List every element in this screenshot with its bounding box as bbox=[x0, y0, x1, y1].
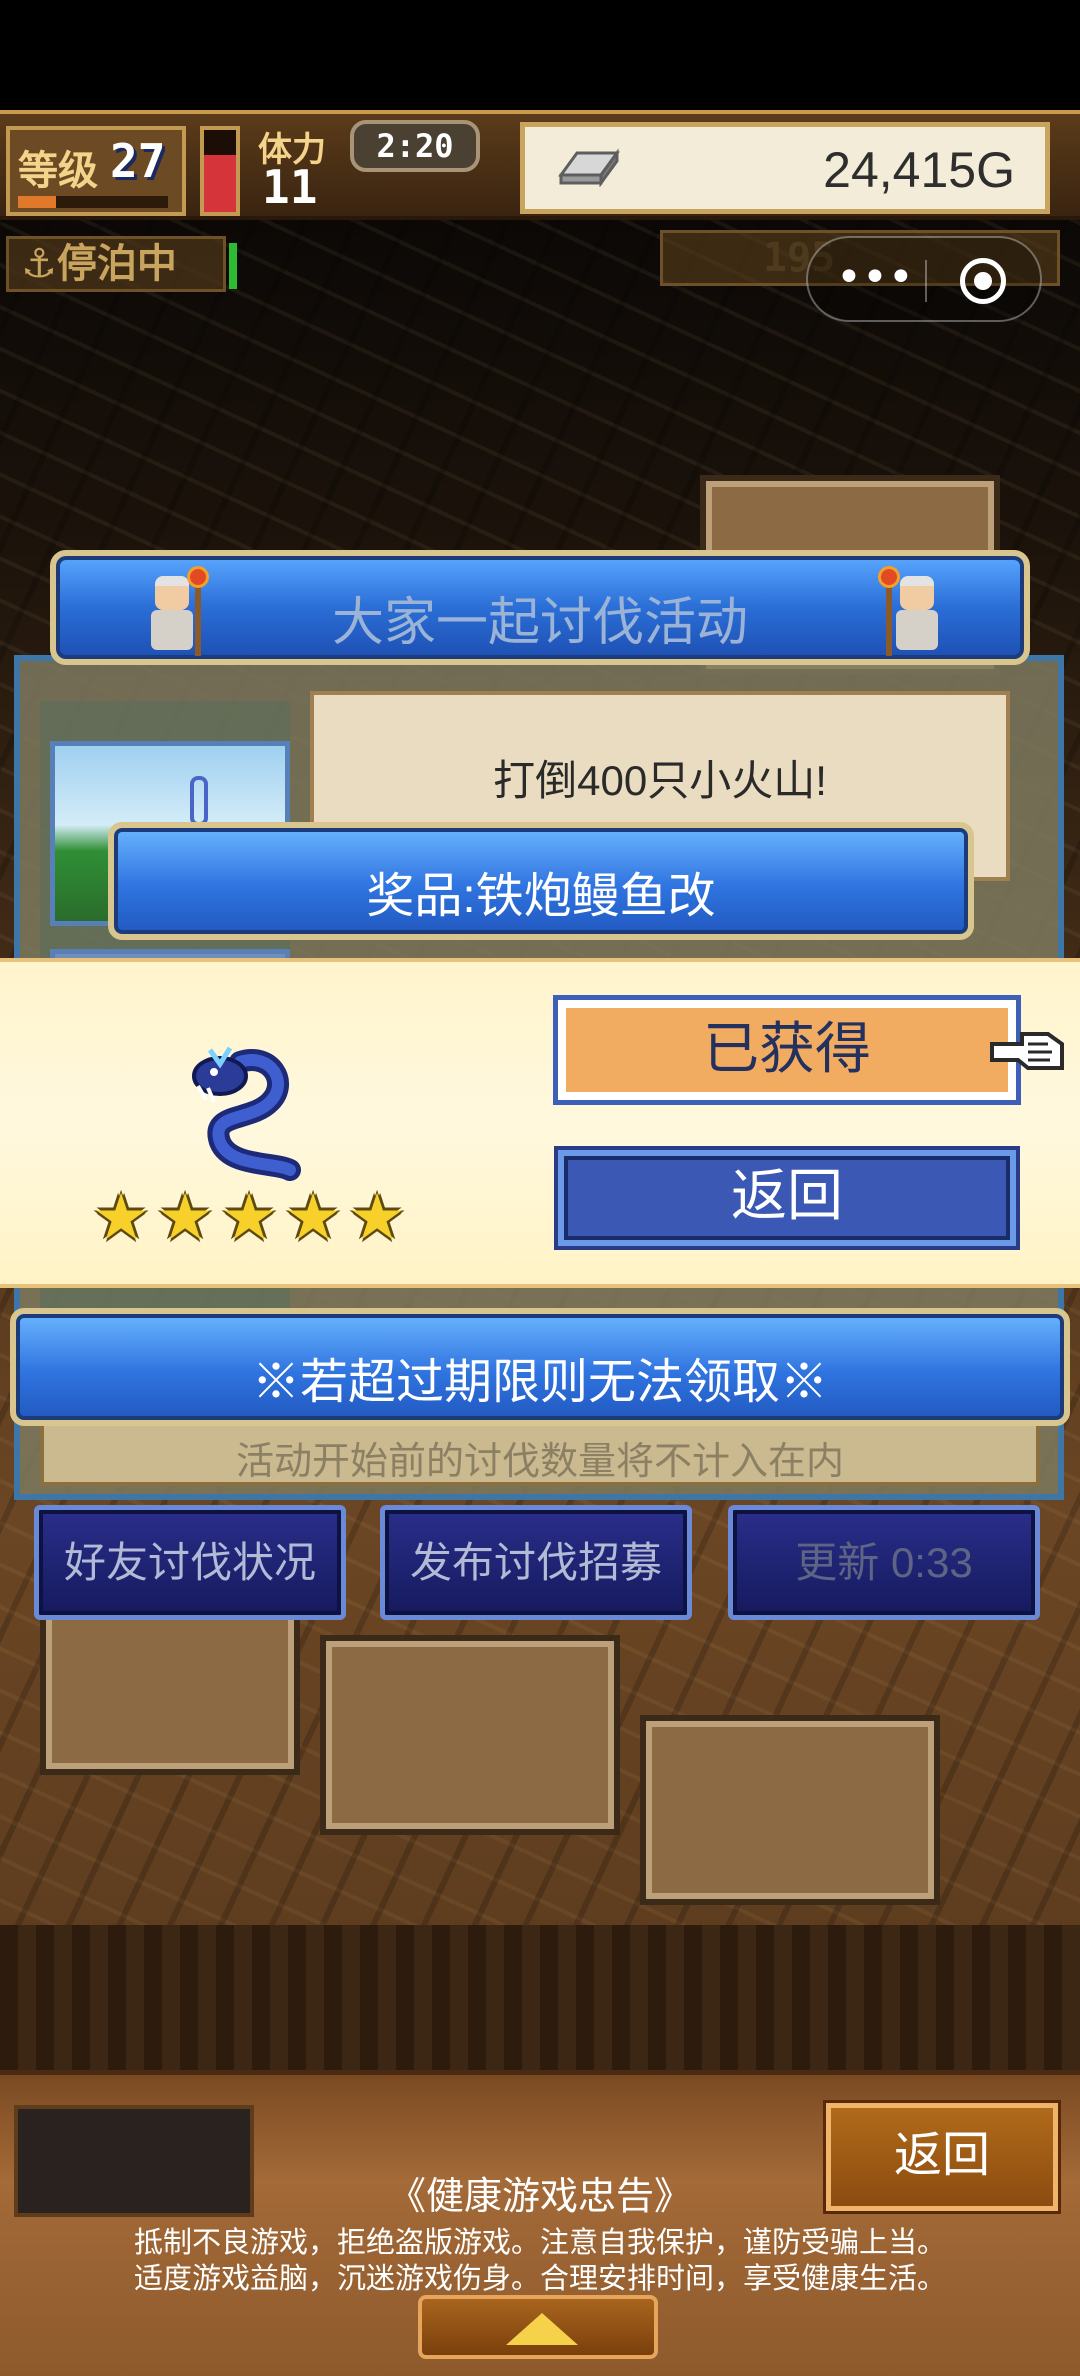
expand-button[interactable] bbox=[418, 2295, 658, 2359]
deadline-notice: ※若超过期限则无法领取※ bbox=[251, 1356, 828, 1409]
rarity-stars: ★ ★ ★ ★ ★ bbox=[90, 1181, 410, 1257]
blue-serpent-icon bbox=[192, 1046, 301, 1181]
health-notice-bar: 返回 《健康游戏忠告》 抵制不良游戏，拒绝盗版游戏。注意自我保护，谨防受骗上当。… bbox=[0, 2070, 1080, 2376]
star-icon: ★ bbox=[220, 1181, 278, 1255]
refresh-button[interactable]: 更新 0:33 bbox=[728, 1505, 1040, 1620]
gold-value: 24,415G bbox=[823, 142, 1015, 198]
target-circle-icon[interactable] bbox=[960, 258, 1006, 304]
gold-display: 24,415G bbox=[520, 122, 1050, 214]
level-progress-fill bbox=[18, 196, 56, 208]
miniprogram-capsule: ••• bbox=[806, 236, 1042, 322]
reward-dialog: ★ ★ ★ ★ ★ 已获得 返回 bbox=[0, 958, 1080, 1288]
capsule-divider bbox=[925, 260, 927, 302]
level-progress-bar bbox=[18, 196, 168, 208]
cabin-room bbox=[40, 1595, 300, 1775]
stamina-value: 11 bbox=[262, 160, 318, 214]
npc-elder-icon bbox=[878, 566, 948, 656]
stage-marker-icon bbox=[190, 776, 208, 826]
level-box: 等级 27 bbox=[6, 126, 186, 216]
star-icon: ★ bbox=[284, 1181, 342, 1255]
more-dots-icon[interactable]: ••• bbox=[836, 256, 914, 302]
prize-banner: 奖品:铁炮鳗鱼改 bbox=[108, 822, 974, 940]
star-icon: ★ bbox=[156, 1181, 214, 1255]
deadline-banner: ※若超过期限则无法领取※ bbox=[10, 1308, 1070, 1426]
stamina-timer: 2:20 bbox=[350, 120, 480, 172]
stamina-gauge bbox=[200, 126, 240, 216]
level-label: 等级 bbox=[18, 148, 98, 194]
star-icon: ★ bbox=[92, 1181, 150, 1255]
event-title-banner: 大家一起讨伐活动 bbox=[50, 550, 1030, 665]
star-icon: ★ bbox=[348, 1181, 406, 1255]
cabin-room bbox=[320, 1635, 620, 1835]
dock-status-tag: ⚓停泊中 bbox=[6, 236, 237, 292]
dock-status-label: 停泊中 bbox=[56, 241, 177, 287]
arrow-up-icon bbox=[506, 2313, 578, 2345]
post-recruit-button[interactable]: 发布讨伐招募 bbox=[380, 1505, 692, 1620]
silver-bar-icon bbox=[558, 148, 620, 187]
top-status-bar: 等级 27 体力 11 2:20 24,415G bbox=[0, 110, 1080, 220]
event-task-text: 打倒400只小火山! bbox=[493, 757, 827, 804]
pointing-hand-icon bbox=[990, 1032, 1064, 1070]
health-notice-title: 《健康游戏忠告》 bbox=[387, 2176, 692, 2218]
dock-status-indicator bbox=[229, 243, 237, 289]
event-title: 大家一起讨伐活动 bbox=[331, 594, 748, 652]
friend-hunt-status-button[interactable]: 好友讨伐状况 bbox=[34, 1505, 346, 1620]
cabin-room bbox=[640, 1715, 940, 1905]
anchor-icon: ⚓ bbox=[21, 241, 57, 287]
obtained-button[interactable]: 已获得 bbox=[553, 995, 1021, 1105]
prize-label: 奖品:铁炮鳗鱼改 bbox=[366, 870, 716, 923]
ship-deck bbox=[0, 1925, 1080, 2075]
health-notice-line: 适度游戏益脑，沉迷游戏伤身。合理安排时间，享受健康生活。 bbox=[133, 2263, 946, 2295]
return-button[interactable]: 返回 bbox=[554, 1146, 1020, 1250]
level-value: 27 bbox=[110, 134, 166, 188]
stamina-fill bbox=[204, 154, 236, 212]
event-footer-text: 活动开始前的讨伐数量将不计入在内 bbox=[235, 1441, 844, 1483]
event-footer-note: 活动开始前的讨伐数量将不计入在内 bbox=[40, 1416, 1040, 1486]
